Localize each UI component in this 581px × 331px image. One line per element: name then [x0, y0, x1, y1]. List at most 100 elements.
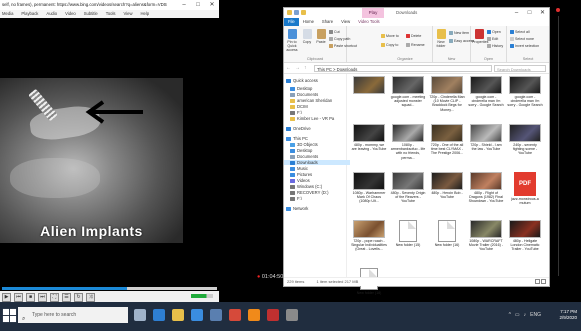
move-to-button[interactable]: Move to [381, 34, 399, 39]
nav-item-f[interactable]: F:\ [284, 110, 302, 115]
show-hidden-icons-icon[interactable]: ^ [509, 312, 511, 318]
file-tile[interactable]: 480p - Hellgate London Cinematic Trailer… [507, 220, 543, 263]
file-tile[interactable]: PDF jazz-monstrous-a mutum [507, 172, 543, 215]
stop-icon[interactable]: ■ [26, 293, 35, 302]
nav-item-videos[interactable]: Videos [284, 178, 310, 183]
file-tile[interactable]: google.com - cinderella man i'm sorry - … [468, 76, 504, 119]
nav-item-3d-objects[interactable]: 3D Objects [284, 142, 318, 147]
app-icon[interactable] [286, 309, 298, 321]
nav-item-f[interactable]: F:\ [284, 196, 302, 201]
video-frame[interactable]: Alien Implants [0, 78, 183, 243]
player-menu-video[interactable]: Video [65, 10, 76, 18]
file-tile[interactable]: 720p - Shield - I am the law - YouTube [468, 124, 504, 167]
nav-item-onedrive[interactable]: OneDrive [284, 126, 311, 131]
file-tile[interactable] [351, 76, 387, 119]
next-icon[interactable]: ⏭ [38, 293, 47, 302]
nav-item-quick-access[interactable]: Quick access [284, 78, 318, 83]
nav-item-documents[interactable]: Documents [284, 92, 318, 97]
language-indicator[interactable]: ENG [530, 312, 541, 318]
nav-item-desktop[interactable]: Desktop [284, 86, 312, 91]
address-bar[interactable]: This PC > Downloads [314, 64, 492, 72]
copy-to-button[interactable]: Copy to [381, 43, 398, 48]
player-menu-subtitle[interactable]: Subtitle [84, 10, 98, 18]
player-title-bar[interactable]: self, no frames), permanent: https://www… [0, 0, 219, 10]
maximize-icon[interactable]: □ [523, 8, 536, 18]
taskbar-search-input[interactable]: ⌕ Type here to search [18, 307, 128, 323]
history-button[interactable]: History [487, 44, 503, 49]
file-tile[interactable]: 1080p - armenbanksofuo - life with no fr… [390, 124, 426, 167]
fullscreen-icon[interactable]: ⛶ [50, 293, 59, 302]
edit-button[interactable]: Edit [487, 37, 498, 42]
file-tile[interactable]: 240p - seventy fighting scene - YouTube [507, 124, 543, 167]
tab-view[interactable]: View [337, 18, 354, 26]
nav-item-recovery-d[interactable]: RECOVERY (D:) [284, 190, 329, 195]
open-button[interactable]: Open [487, 30, 501, 35]
invert-selection-button[interactable]: Invert selection [510, 44, 539, 49]
maximize-icon[interactable]: □ [191, 0, 205, 10]
player-menu-view[interactable]: View [124, 10, 133, 18]
shuffle-icon[interactable]: ⤨ [86, 293, 95, 302]
seek-bar[interactable] [2, 287, 217, 290]
select-all-button[interactable]: Select all [510, 30, 530, 35]
minimize-icon[interactable]: – [177, 0, 191, 10]
edge-icon[interactable] [153, 309, 165, 321]
properties-icon[interactable] [294, 10, 299, 15]
nav-item-network[interactable]: Network [284, 206, 308, 211]
playlist-icon[interactable]: ☰ [62, 293, 71, 302]
nav-item-desktop[interactable]: Desktop [284, 148, 312, 153]
nav-item-documents[interactable]: Documents [284, 154, 318, 159]
vlc-icon[interactable] [248, 309, 260, 321]
nav-item-windows-c[interactable]: Windows (C:) [284, 184, 322, 189]
windows-start-icon[interactable] [2, 308, 17, 323]
file-tile[interactable]: 720p - pope roach - Singular Individuali… [351, 220, 387, 263]
nav-item-dcim[interactable]: DCIM [284, 104, 308, 109]
tab-file[interactable]: File [284, 18, 299, 26]
copy-button[interactable]: Copy [300, 29, 314, 44]
nav-item-music[interactable]: Music [284, 166, 308, 171]
file-tile[interactable]: 480p - Heroin Bob - YouTube [429, 172, 465, 215]
clock[interactable]: 7:17 PM 2/9/2020 [559, 309, 577, 321]
nav-item-this-pc[interactable]: This PC [284, 136, 308, 141]
rename-button[interactable]: Rename [406, 43, 425, 48]
store-icon[interactable] [191, 309, 203, 321]
nav-item-american-sheridan[interactable]: american Sheridan [284, 98, 332, 103]
file-tile[interactable]: 1080p - Warhammer Mark Of Chaos (1080p U… [351, 172, 387, 215]
chrome-icon[interactable] [229, 309, 241, 321]
player-menu-playback[interactable]: Playback [21, 10, 38, 18]
play-icon[interactable]: ▶ [2, 293, 11, 302]
task-view-icon[interactable] [134, 309, 146, 321]
previous-icon[interactable]: ⏮ [14, 293, 23, 302]
explorer-title-bar[interactable]: Play Downloads – □ ✕ [284, 8, 549, 18]
minimize-icon[interactable]: – [510, 8, 523, 18]
volume-icon[interactable]: ♪ [524, 312, 527, 318]
tab-share[interactable]: Share [318, 18, 337, 26]
loop-icon[interactable]: ↻ [74, 293, 83, 302]
play-tab[interactable]: Play [362, 8, 384, 18]
recorder-icon[interactable] [267, 309, 279, 321]
copy-path-button[interactable]: Copy path [329, 37, 350, 42]
large-icons-view-icon[interactable] [541, 279, 546, 284]
back-icon[interactable]: ← [284, 65, 293, 71]
file-tile[interactable]: 480p - mommy, we are leaving - YouTube [351, 124, 387, 167]
properties-button[interactable]: Properties [472, 29, 488, 44]
mail-icon[interactable] [210, 309, 222, 321]
select-none-button[interactable]: Select none [510, 37, 534, 42]
delete-button[interactable]: Delete [406, 34, 421, 39]
player-menu-media[interactable]: Media [2, 10, 13, 18]
player-menu-audio[interactable]: Audio [46, 10, 57, 18]
player-menu-tools[interactable]: Tools [106, 10, 116, 18]
file-tile[interactable]: 720p - Cinderella Man (10 Movie CLIP - B… [429, 76, 465, 119]
new-item-button[interactable]: New item [449, 31, 469, 36]
player-menu-help[interactable]: Help [141, 10, 150, 18]
paste-shortcut-button[interactable]: Paste shortcut [329, 44, 357, 49]
new-folder-icon[interactable] [301, 10, 306, 15]
file-tile[interactable]: 1080p - WARCRAFT Movie Trailer (2016) - … [468, 220, 504, 263]
file-tile[interactable]: google.com - cinderella man i'm sorry - … [507, 76, 543, 119]
tab-home[interactable]: Home [299, 18, 318, 26]
file-tile[interactable]: 720p - One of the all time best CLYMAX -… [429, 124, 465, 167]
pin-quick-access-button[interactable]: Pin to Quick access [285, 29, 299, 52]
new-folder-button[interactable]: New folder [434, 29, 448, 48]
close-icon[interactable]: ✕ [536, 8, 549, 18]
battery-icon[interactable]: ▭ [515, 312, 520, 318]
volume-slider[interactable] [191, 294, 213, 298]
